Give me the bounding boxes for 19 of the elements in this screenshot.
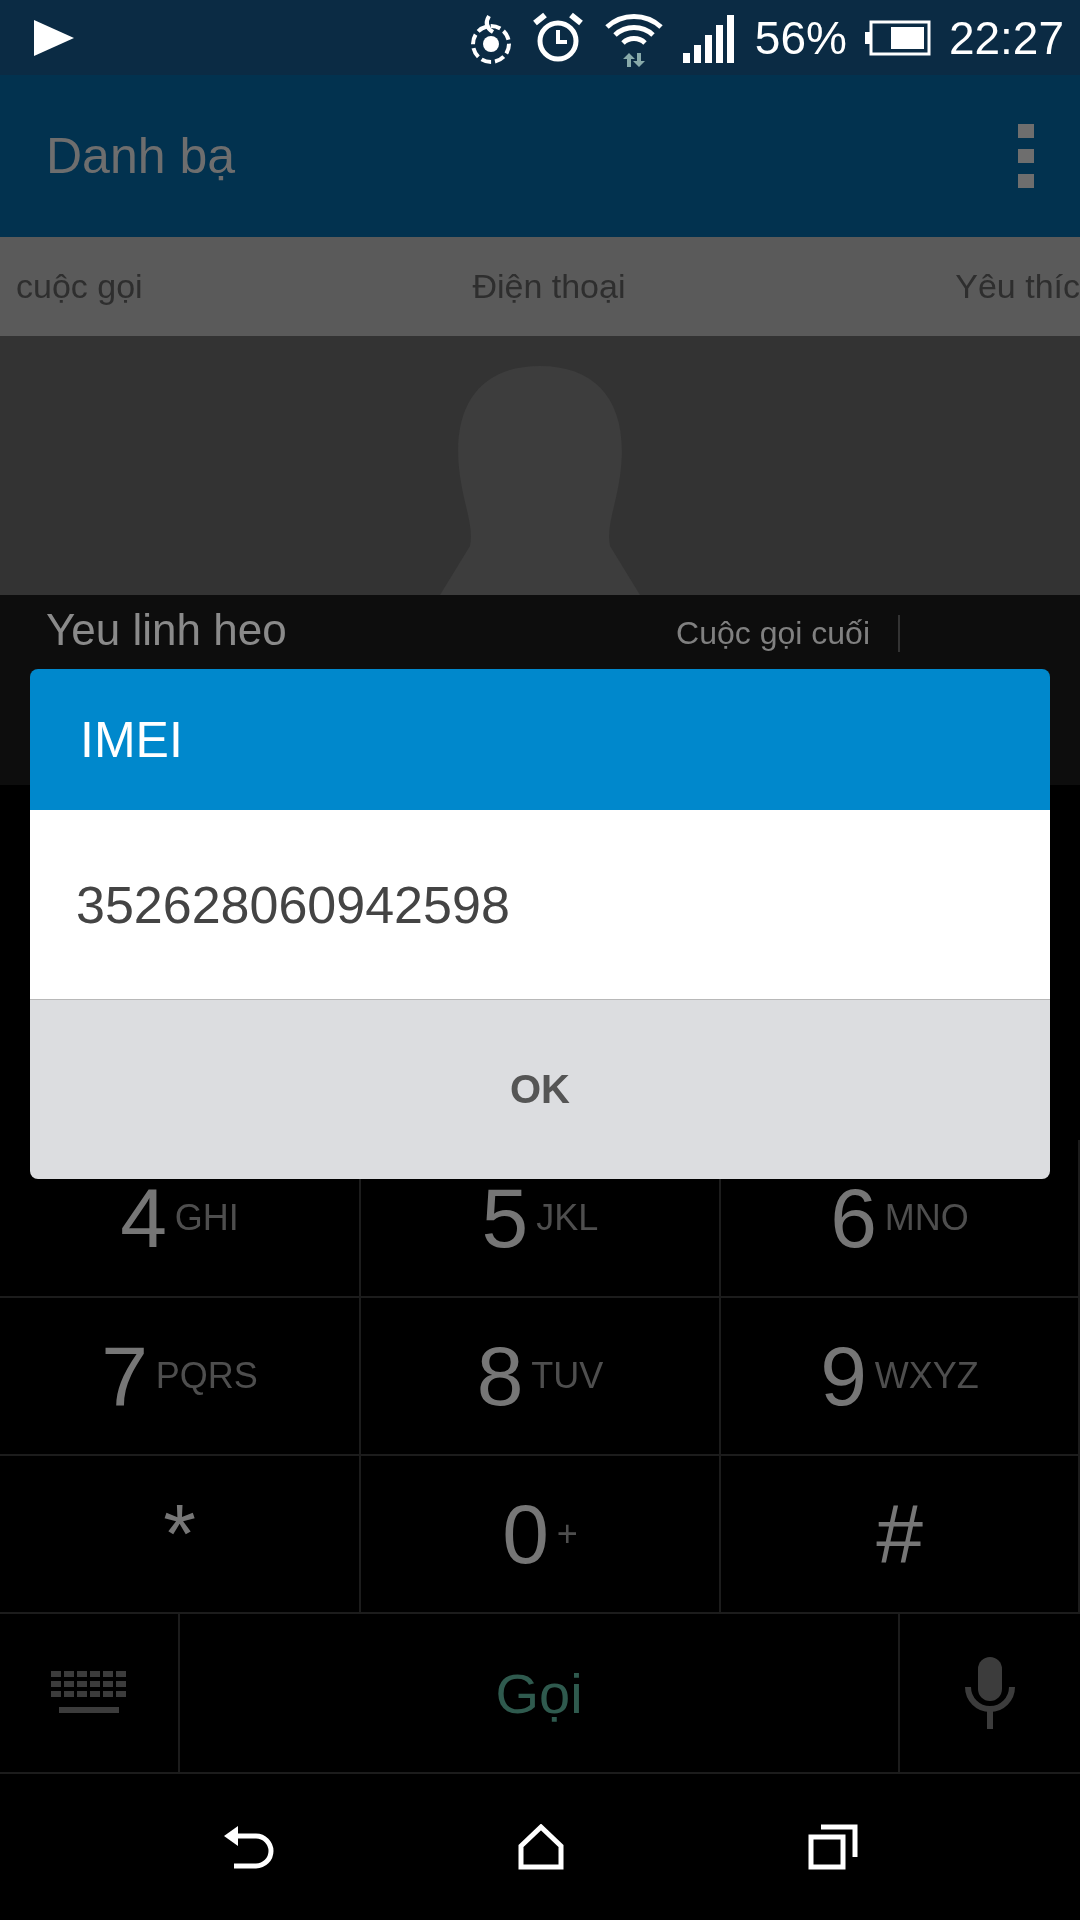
- dial-key[interactable]: *: [0, 1456, 361, 1614]
- battery-percent: 56%: [754, 10, 847, 65]
- last-call-label: Cuộc gọi cuối: [676, 615, 900, 652]
- contact-name: Yeu linh heo: [46, 605, 287, 655]
- app-title: Danh bạ: [46, 127, 236, 185]
- call-button[interactable]: Gọi: [495, 1660, 583, 1726]
- overflow-menu-icon[interactable]: [1018, 124, 1034, 188]
- signal-icon: [682, 12, 737, 63]
- home-icon[interactable]: [518, 1824, 564, 1870]
- dial-key[interactable]: #: [721, 1456, 1080, 1614]
- battery-icon: [864, 19, 931, 56]
- ok-button[interactable]: OK: [30, 1000, 1050, 1179]
- play-icon: [32, 17, 76, 58]
- dialog-title: IMEI: [80, 710, 183, 769]
- recent-apps-icon[interactable]: [808, 1824, 858, 1870]
- back-icon[interactable]: [222, 1824, 274, 1870]
- dial-key[interactable]: 0+: [361, 1456, 721, 1614]
- clock-time: 22:27: [948, 10, 1064, 65]
- imei-number: 352628060942598: [76, 874, 510, 935]
